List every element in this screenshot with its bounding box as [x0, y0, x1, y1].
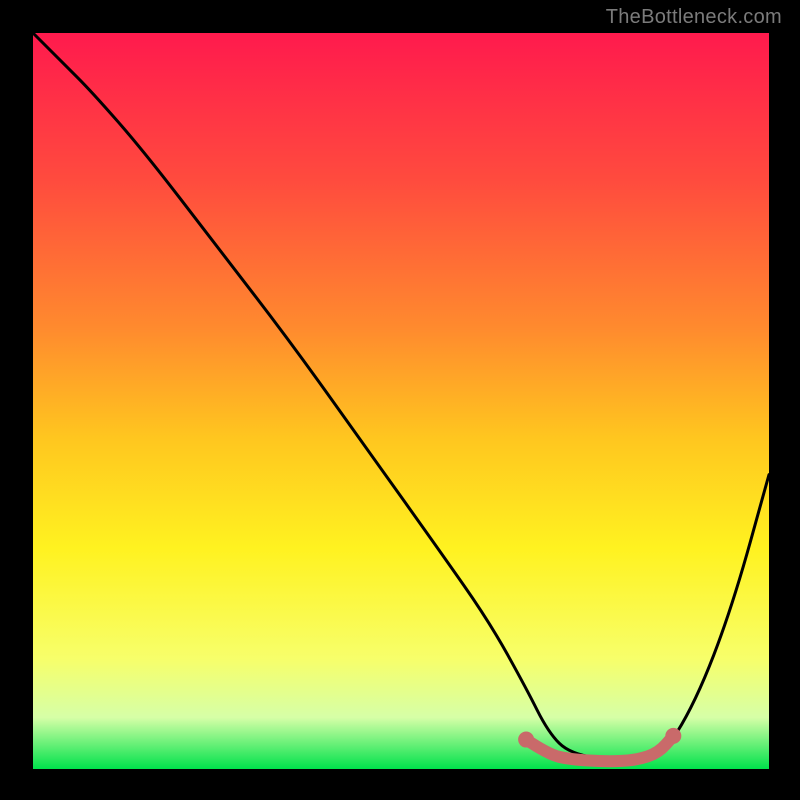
chart-frame: TheBottleneck.com — [0, 0, 800, 800]
chart-canvas — [0, 0, 800, 800]
highlight-dot — [518, 732, 534, 748]
gradient-background — [33, 33, 769, 769]
highlight-dot — [665, 728, 681, 744]
